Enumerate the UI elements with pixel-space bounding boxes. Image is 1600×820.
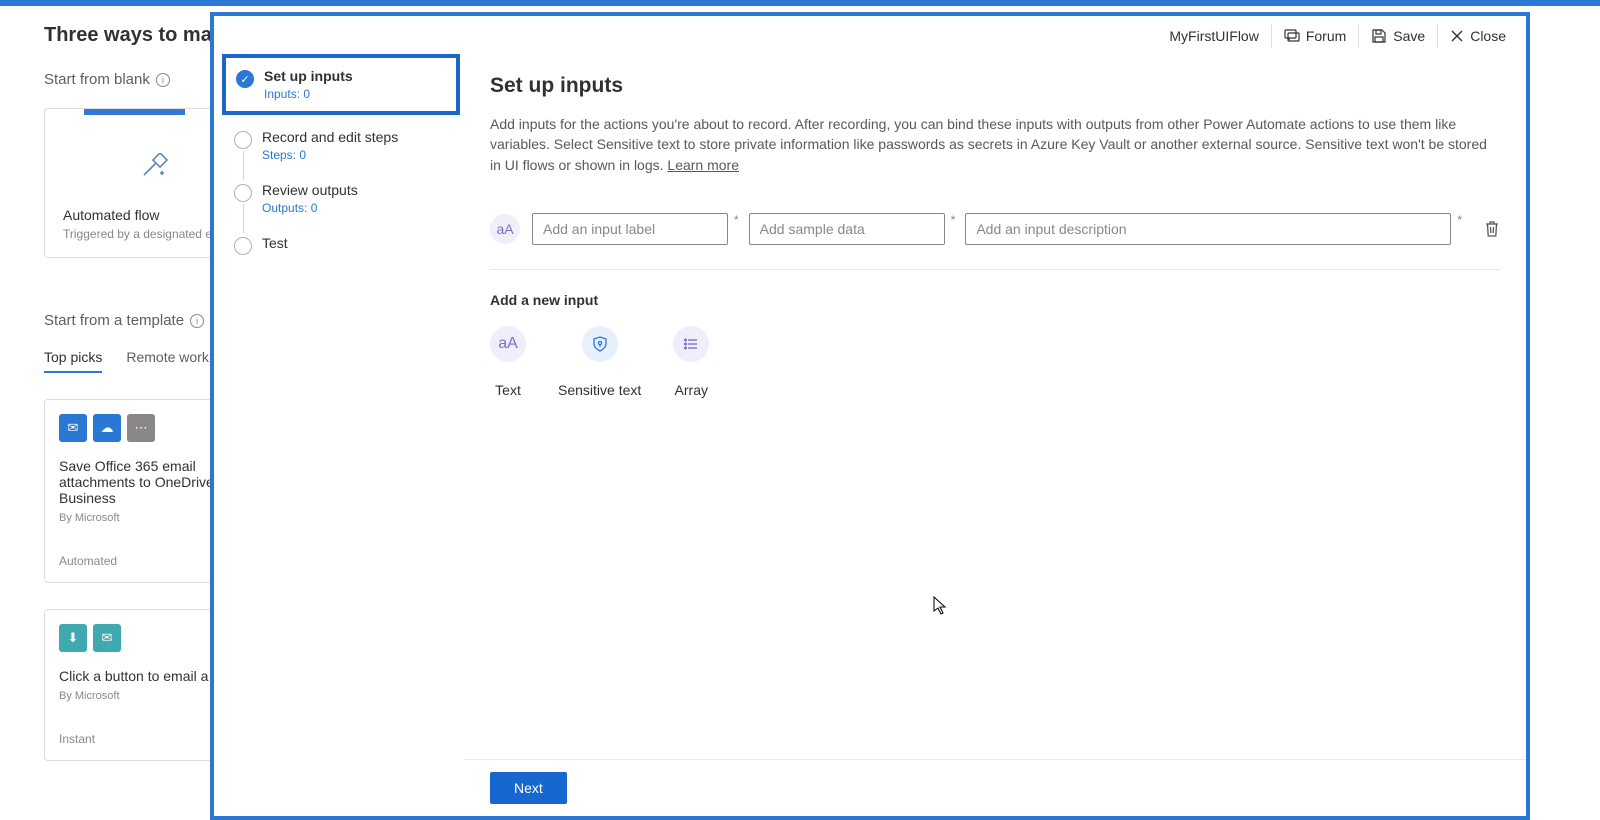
flow-name: MyFirstUIFlow [1157, 24, 1270, 48]
step-meta: Inputs: 0 [264, 87, 353, 101]
list-icon [673, 326, 709, 362]
info-icon: i [156, 73, 170, 87]
sample-data-field[interactable] [749, 213, 945, 245]
tab-remote-work[interactable]: Remote work [126, 349, 208, 373]
add-new-input-label: Add a new input [490, 292, 1500, 308]
trash-icon [1484, 220, 1500, 238]
next-button[interactable]: Next [490, 772, 567, 804]
input-type-picker: aA Text Sensitive text Array [490, 326, 1500, 398]
required-indicator: * [1457, 213, 1462, 227]
step-bullet-icon [234, 184, 252, 202]
shield-icon [582, 326, 618, 362]
add-text-input[interactable]: aA Text [490, 326, 526, 398]
text-type-icon: aA [490, 214, 520, 244]
step-bullet-icon [234, 237, 252, 255]
input-definition-row: aA * * * [490, 213, 1500, 270]
close-button[interactable]: Close [1437, 24, 1518, 48]
step-bullet-icon [234, 131, 252, 149]
dialog-header: MyFirstUIFlow Forum Save Close [214, 16, 1526, 56]
step-meta: Steps: 0 [262, 148, 398, 162]
dialog-footer: Next [464, 759, 1526, 816]
tab-top-picks[interactable]: Top picks [44, 349, 102, 373]
add-sensitive-text-input[interactable]: Sensitive text [558, 326, 641, 398]
step-label: Set up inputs [264, 68, 353, 84]
save-icon [1371, 28, 1387, 44]
step-label: Review outputs [262, 182, 358, 198]
page-title: Set up inputs [490, 74, 1500, 98]
input-description-field[interactable] [965, 213, 1451, 245]
button-icon: ⬇ [59, 624, 87, 652]
forum-icon [1284, 28, 1300, 44]
onedrive-icon: ☁ [93, 414, 121, 442]
step-set-up-inputs[interactable]: ✓ Set up inputs Inputs: 0 [222, 54, 460, 115]
step-bullet-done-icon: ✓ [236, 70, 254, 88]
outlook-icon: ✉ [59, 414, 87, 442]
input-label-field[interactable] [532, 213, 728, 245]
text-icon: aA [490, 326, 526, 362]
step-test[interactable]: Test [224, 225, 464, 265]
required-indicator: * [734, 213, 739, 227]
close-icon [1450, 29, 1464, 43]
forum-button[interactable]: Forum [1271, 24, 1358, 48]
step-label: Record and edit steps [262, 129, 398, 145]
step-meta: Outputs: 0 [262, 201, 358, 215]
step-review-outputs[interactable]: Review outputs Outputs: 0 [224, 172, 464, 225]
page-description: Add inputs for the actions you're about … [490, 114, 1500, 175]
learn-more-link[interactable]: Learn more [667, 157, 739, 173]
required-indicator: * [951, 213, 956, 227]
step-label: Test [262, 235, 288, 251]
ui-flow-dialog: MyFirstUIFlow Forum Save Close ✓ Set up … [210, 12, 1530, 820]
step-record-edit[interactable]: Record and edit steps Steps: 0 [224, 119, 464, 172]
wizard-steps: ✓ Set up inputs Inputs: 0 Record and edi… [214, 56, 464, 816]
add-array-input[interactable]: Array [673, 326, 709, 398]
mail-icon: ✉ [93, 624, 121, 652]
delete-input-button[interactable] [1484, 220, 1500, 238]
save-button[interactable]: Save [1358, 24, 1437, 48]
more-icon: ⋯ [127, 414, 155, 442]
info-icon: i [190, 314, 204, 328]
